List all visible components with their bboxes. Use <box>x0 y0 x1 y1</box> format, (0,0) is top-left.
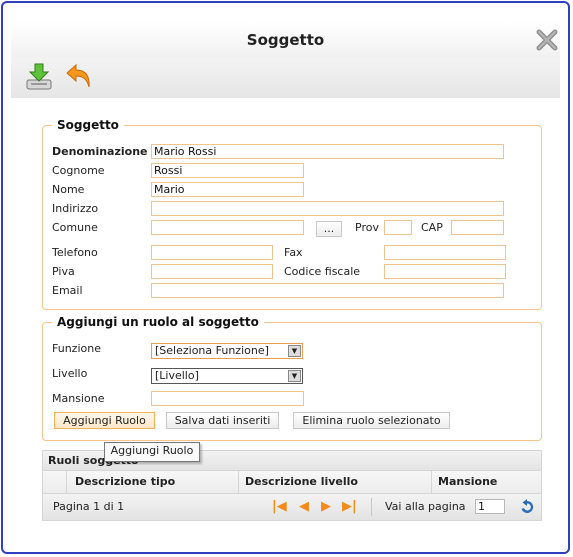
piva-field[interactable] <box>151 264 273 279</box>
ruolo-legend: Aggiungi un ruolo al soggetto <box>52 315 264 329</box>
prev-page-icon[interactable]: ◀ <box>299 500 309 514</box>
mansione-field[interactable] <box>151 391 304 406</box>
fax-field[interactable] <box>384 245 506 260</box>
comune-lookup-button[interactable]: ... <box>316 221 342 237</box>
codice-fiscale-label: Codice fiscale <box>284 265 361 278</box>
livello-label: Livello <box>52 367 88 380</box>
grid-column-headers: Descrizione tipo Descrizione livello Man… <box>42 471 542 494</box>
fax-label: Fax <box>284 246 303 259</box>
toolbar <box>11 58 560 99</box>
email-label: Email <box>52 284 83 297</box>
refresh-icon[interactable] <box>519 499 535 515</box>
grid-pager: Pagina 1 di 1 |◀ ◀ ▶ ▶| Vai alla pagina … <box>42 494 542 521</box>
funzione-selected-value: [Seleziona Funzione] <box>155 344 269 357</box>
email-field[interactable] <box>151 283 504 298</box>
pager-page-info: Pagina 1 di 1 <box>53 500 125 513</box>
cognome-label: Cognome <box>52 164 105 177</box>
elimina-ruolo-button[interactable]: Elimina ruolo selezionato <box>293 412 450 429</box>
funzione-select[interactable]: [Seleziona Funzione] ▼ <box>151 343 303 359</box>
dialog-title: Soggetto <box>246 31 325 49</box>
chevron-down-icon: ▼ <box>288 370 301 382</box>
denominazione-label: Denominazione <box>52 145 148 158</box>
goto-page-label: Vai alla pagina <box>385 500 466 513</box>
telefono-label: Telefono <box>52 246 98 259</box>
mansione-label: Mansione <box>52 392 105 405</box>
column-header-descrizione-tipo[interactable]: Descrizione tipo <box>66 471 238 493</box>
piva-label: Piva <box>52 265 75 278</box>
pager-divider <box>371 498 372 516</box>
tooltip: Aggiungi Ruolo <box>104 442 200 462</box>
codice-fiscale-field[interactable] <box>384 264 506 279</box>
save-download-icon[interactable] <box>25 62 53 92</box>
indirizzo-field[interactable] <box>151 201 504 216</box>
cap-label: CAP <box>421 221 443 234</box>
comune-label: Comune <box>52 221 98 234</box>
cap-field[interactable] <box>451 220 504 235</box>
first-page-icon[interactable]: |◀ <box>272 500 287 514</box>
livello-selected-value: [Livello] <box>155 369 199 382</box>
close-x-icon[interactable] <box>536 29 558 51</box>
goto-page-input[interactable]: 1 <box>475 499 505 514</box>
prov-label: Prov <box>355 221 379 234</box>
nome-label: Nome <box>52 183 85 196</box>
soggetto-legend: Soggetto <box>52 118 124 132</box>
chevron-down-icon: ▼ <box>288 345 301 357</box>
livello-select[interactable]: [Livello] ▼ <box>151 368 303 384</box>
telefono-field[interactable] <box>151 245 273 260</box>
title-bar: Soggetto <box>11 22 560 59</box>
next-page-icon[interactable]: ▶ <box>321 500 331 514</box>
column-header-mansione[interactable]: Mansione <box>431 471 541 493</box>
cognome-field[interactable]: Rossi <box>151 163 304 178</box>
salva-dati-button[interactable]: Salva dati inseriti <box>166 412 279 429</box>
column-header-descrizione-livello[interactable]: Descrizione livello <box>238 471 431 493</box>
prov-field[interactable] <box>384 220 412 235</box>
back-undo-icon[interactable] <box>63 62 93 92</box>
last-page-icon[interactable]: ▶| <box>342 500 357 514</box>
nome-field[interactable]: Mario <box>151 182 304 197</box>
comune-field[interactable] <box>151 220 304 235</box>
aggiungi-ruolo-button[interactable]: Aggiungi Ruolo <box>54 412 155 429</box>
funzione-label: Funzione <box>52 342 101 355</box>
indirizzo-label: Indirizzo <box>52 202 99 215</box>
denominazione-field[interactable]: Mario Rossi <box>151 144 504 159</box>
